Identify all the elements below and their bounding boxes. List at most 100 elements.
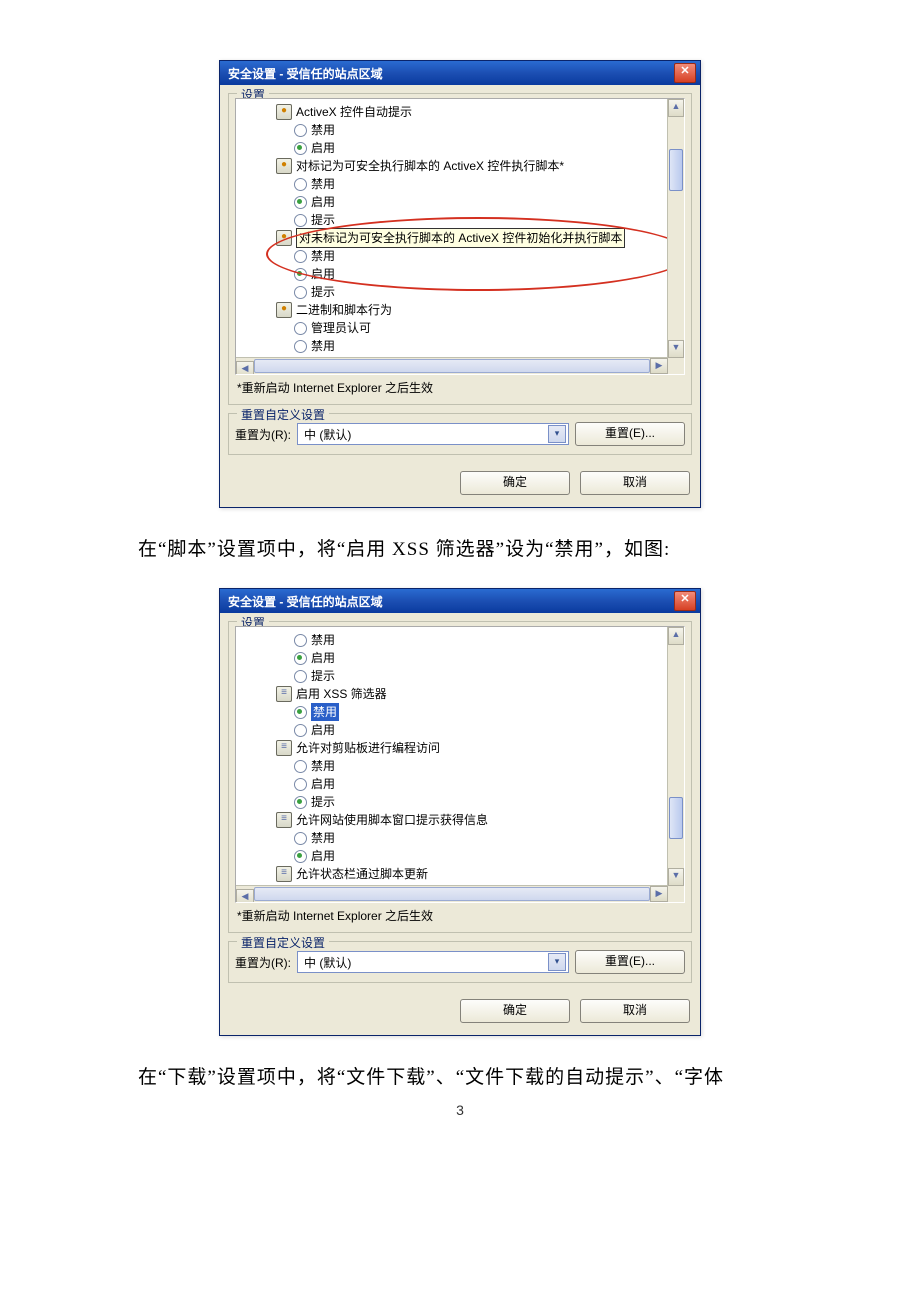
- security-dialog-2: 安全设置 - 受信任的站点区域 ✕ 设置 禁用启用提示≡启用 XSS 筛选器禁用…: [219, 588, 701, 1036]
- scroll-left-icon[interactable]: ◀: [236, 361, 254, 375]
- option-label: 禁用: [311, 631, 335, 649]
- setting-option[interactable]: 启用: [236, 193, 668, 211]
- titlebar[interactable]: 安全设置 - 受信任的站点区域 ✕: [220, 61, 700, 85]
- setting-option[interactable]: 提示: [236, 283, 668, 301]
- setting-category: ●对未标记为可安全执行脚本的 ActiveX 控件初始化并执行脚本: [236, 229, 668, 247]
- hscroll-thumb[interactable]: [254, 887, 650, 901]
- setting-option[interactable]: 禁用: [236, 757, 668, 775]
- category-label: 二进制和脚本行为: [296, 301, 392, 319]
- activex-icon: ●: [276, 158, 292, 174]
- scroll-up-icon[interactable]: ▲: [668, 627, 684, 645]
- scroll-thumb[interactable]: [669, 797, 683, 839]
- reset-group-label: 重置自定义设置: [237, 934, 329, 951]
- reset-level-combo[interactable]: 中 (默认) ▾: [297, 951, 569, 973]
- hscroll-thumb[interactable]: [254, 359, 650, 373]
- reset-level-combo[interactable]: 中 (默认) ▾: [297, 423, 569, 445]
- setting-category: ≡启用 XSS 筛选器: [236, 685, 668, 703]
- cancel-button[interactable]: 取消: [580, 999, 690, 1023]
- instruction-paragraph-1: 在“脚本”设置项中，将“启用 XSS 筛选器”设为“禁用”，如图:: [100, 532, 860, 568]
- radio-icon[interactable]: [294, 322, 307, 335]
- setting-option[interactable]: 提示: [236, 211, 668, 229]
- chevron-down-icon[interactable]: ▾: [548, 425, 566, 443]
- radio-icon[interactable]: [294, 706, 307, 719]
- radio-icon[interactable]: [294, 286, 307, 299]
- ok-button[interactable]: 确定: [460, 471, 570, 495]
- radio-icon[interactable]: [294, 178, 307, 191]
- setting-option[interactable]: 启用: [236, 847, 668, 865]
- radio-icon[interactable]: [294, 340, 307, 353]
- setting-option[interactable]: 禁用: [236, 337, 668, 355]
- setting-option[interactable]: 提示: [236, 667, 668, 685]
- restart-note: *重新启动 Internet Explorer 之后生效: [235, 375, 685, 398]
- radio-icon[interactable]: [294, 196, 307, 209]
- setting-option[interactable]: 提示: [236, 793, 668, 811]
- setting-option[interactable]: 禁用: [236, 631, 668, 649]
- setting-option[interactable]: 禁用: [236, 703, 668, 721]
- radio-icon[interactable]: [294, 832, 307, 845]
- setting-option[interactable]: 启用: [236, 265, 668, 283]
- reset-button[interactable]: 重置(E)...: [575, 422, 685, 446]
- option-label: 禁用: [311, 247, 335, 265]
- scroll-down-icon[interactable]: ▼: [668, 868, 684, 886]
- option-label: 启用: [311, 265, 335, 283]
- titlebar[interactable]: 安全设置 - 受信任的站点区域 ✕: [220, 589, 700, 613]
- scroll-down-icon[interactable]: ▼: [668, 340, 684, 358]
- settings-group: 设置 ●ActiveX 控件自动提示禁用启用●对标记为可安全执行脚本的 Acti…: [228, 93, 692, 405]
- option-label: 禁用: [311, 829, 335, 847]
- close-icon[interactable]: ✕: [674, 591, 696, 611]
- radio-icon[interactable]: [294, 670, 307, 683]
- ok-button[interactable]: 确定: [460, 999, 570, 1023]
- option-label: 禁用: [311, 703, 339, 721]
- category-label: 允许状态栏通过脚本更新: [296, 865, 428, 883]
- setting-option[interactable]: 启用: [236, 139, 668, 157]
- radio-icon[interactable]: [294, 124, 307, 137]
- cancel-button[interactable]: 取消: [580, 471, 690, 495]
- vertical-scrollbar[interactable]: ▲ ▼: [667, 99, 684, 358]
- setting-category: ●二进制和脚本行为: [236, 301, 668, 319]
- horizontal-scrollbar[interactable]: ◀ ▶: [236, 357, 668, 374]
- script-icon: ≡: [276, 740, 292, 756]
- radio-icon[interactable]: [294, 760, 307, 773]
- setting-option[interactable]: 禁用: [236, 175, 668, 193]
- radio-icon[interactable]: [294, 142, 307, 155]
- setting-category: ●ActiveX 控件自动提示: [236, 103, 668, 121]
- scroll-right-icon[interactable]: ▶: [650, 358, 668, 374]
- radio-icon[interactable]: [294, 724, 307, 737]
- radio-icon[interactable]: [294, 652, 307, 665]
- scroll-up-icon[interactable]: ▲: [668, 99, 684, 117]
- option-label: 提示: [311, 667, 335, 685]
- scroll-right-icon[interactable]: ▶: [650, 886, 668, 902]
- setting-option[interactable]: 禁用: [236, 829, 668, 847]
- setting-option[interactable]: 禁用: [236, 121, 668, 139]
- scroll-thumb[interactable]: [669, 149, 683, 191]
- radio-icon[interactable]: [294, 634, 307, 647]
- script-icon: ≡: [276, 866, 292, 882]
- chevron-down-icon[interactable]: ▾: [548, 953, 566, 971]
- horizontal-scrollbar[interactable]: ◀ ▶: [236, 885, 668, 902]
- setting-option[interactable]: 启用: [236, 721, 668, 739]
- scroll-left-icon[interactable]: ◀: [236, 889, 254, 903]
- close-icon[interactable]: ✕: [674, 63, 696, 83]
- vertical-scrollbar[interactable]: ▲ ▼: [667, 627, 684, 886]
- dialog-title: 安全设置 - 受信任的站点区域: [228, 593, 383, 610]
- setting-option[interactable]: 启用: [236, 775, 668, 793]
- radio-icon[interactable]: [294, 214, 307, 227]
- restart-note: *重新启动 Internet Explorer 之后生效: [235, 903, 685, 926]
- radio-icon[interactable]: [294, 778, 307, 791]
- settings-listbox[interactable]: 禁用启用提示≡启用 XSS 筛选器禁用启用≡允许对剪贴板进行编程访问禁用启用提示…: [235, 626, 685, 903]
- category-label: 启用 XSS 筛选器: [296, 685, 387, 703]
- radio-icon[interactable]: [294, 268, 307, 281]
- list-content: ●ActiveX 控件自动提示禁用启用●对标记为可安全执行脚本的 ActiveX…: [236, 99, 668, 359]
- activex-icon: ●: [276, 230, 292, 246]
- radio-icon[interactable]: [294, 796, 307, 809]
- radio-icon[interactable]: [294, 850, 307, 863]
- reset-button[interactable]: 重置(E)...: [575, 950, 685, 974]
- setting-category: ●对标记为可安全执行脚本的 ActiveX 控件执行脚本*: [236, 157, 668, 175]
- setting-option[interactable]: 管理员认可: [236, 319, 668, 337]
- settings-listbox[interactable]: ●ActiveX 控件自动提示禁用启用●对标记为可安全执行脚本的 ActiveX…: [235, 98, 685, 375]
- setting-option[interactable]: 禁用: [236, 247, 668, 265]
- category-label: 允许对剪贴板进行编程访问: [296, 739, 440, 757]
- radio-icon[interactable]: [294, 250, 307, 263]
- reset-to-label: 重置为(R):: [235, 954, 291, 971]
- setting-option[interactable]: 启用: [236, 649, 668, 667]
